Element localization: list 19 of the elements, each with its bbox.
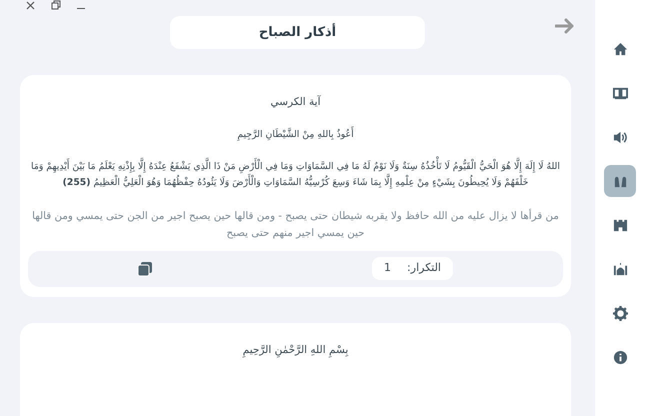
settings-icon [612, 306, 628, 320]
counter-label: التكرار: [407, 260, 441, 276]
copy-icon[interactable] [138, 262, 152, 276]
castle-icon [612, 218, 628, 232]
dhikr-text: أَعُوذُ بِاللهِ مِنْ الشَّيْطَانِ الرَّجِيمِ [236, 126, 355, 143]
forward-arrow-icon[interactable] [555, 18, 575, 34]
speaker-icon [612, 130, 628, 144]
restore-icon[interactable] [51, 0, 61, 10]
virtue-note: من قرأها لا يزال عليه من الله حافظ ولا يقربه شيطان حتى يصبح - ومن قالها حين يصبح اجير من الجن حتى يمسي ومن قالها حين يمسي اجير منهم حتى يصبح [31, 208, 560, 242]
card-title: بِسْمِ اللهِ الرَّحْمٰنِ الرَّحِيمِ [242, 342, 350, 358]
mosque-icon [612, 262, 628, 276]
counter-value: 1 [384, 260, 392, 276]
book-icon [612, 86, 628, 100]
page-title: أذكار الصباح [170, 16, 425, 49]
sidebar-button[interactable] [604, 165, 636, 197]
info-icon [612, 350, 628, 364]
close-icon[interactable] [26, 0, 35, 10]
card-title: آية الكرسي [269, 95, 322, 110]
home-icon [612, 42, 628, 56]
